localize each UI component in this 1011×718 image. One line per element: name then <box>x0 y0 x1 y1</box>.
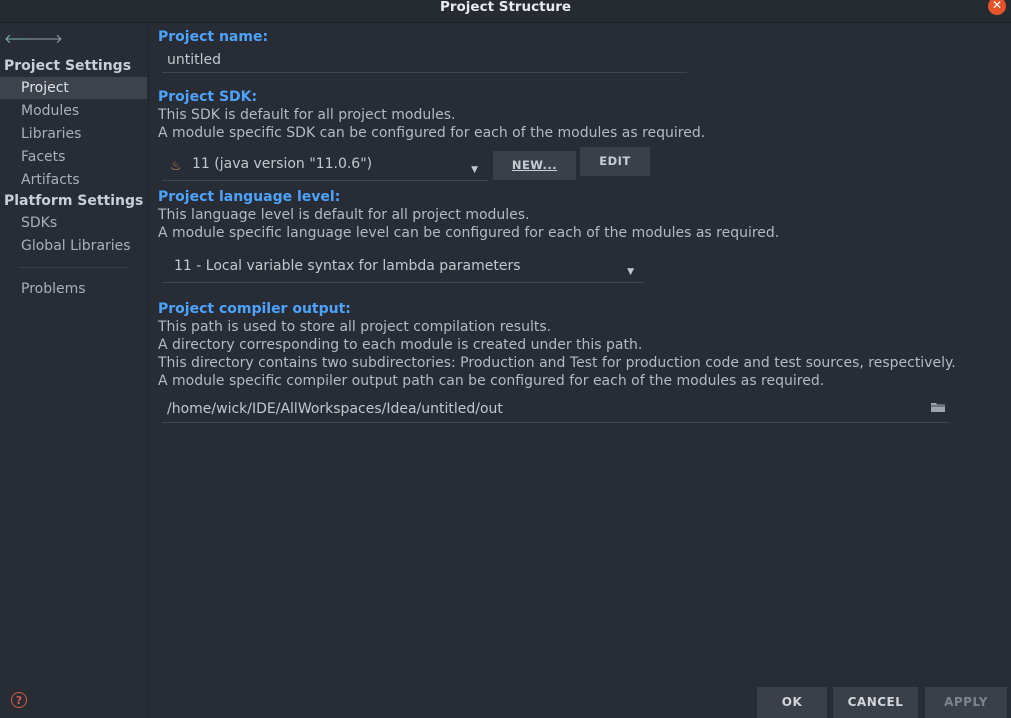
compiler-output-path-input[interactable]: /home/wick/IDE/AllWorkspaces/Idea/untitl… <box>162 397 949 423</box>
help-icon[interactable]: ? <box>11 692 27 708</box>
language-level-heading: Project language level: <box>158 189 341 205</box>
sdk-dropdown[interactable]: ♨ 11 (java version "11.0.6") ▼ <box>162 151 488 181</box>
sidebar-item-global-libraries[interactable]: Global Libraries <box>0 235 147 257</box>
sidebar-item-problems[interactable]: Problems <box>0 278 147 300</box>
cancel-button[interactable]: CANCEL <box>833 687 918 718</box>
edit-sdk-button[interactable]: EDIT <box>580 147 650 176</box>
project-name-heading: Project name: <box>158 29 269 45</box>
sidebar-item-artifacts[interactable]: Artifacts <box>0 169 147 191</box>
sidebar: 🡐 🡒 Project Settings Project Modules Lib… <box>0 23 149 718</box>
sidebar-divider <box>20 267 128 268</box>
language-level-dropdown[interactable]: 11 - Local variable syntax for lambda pa… <box>162 253 644 283</box>
sidebar-item-project[interactable]: Project <box>0 77 147 99</box>
new-sdk-button[interactable]: NEW... <box>493 151 576 180</box>
project-settings-header: Project Settings <box>4 58 132 74</box>
language-level-selected-value: 11 - Local variable syntax for lambda pa… <box>174 258 521 274</box>
compiler-output-heading: Project compiler output: <box>158 301 351 317</box>
project-name-input[interactable]: untitled <box>162 49 687 73</box>
compiler-output-desc-2: A directory corresponding to each module… <box>158 337 643 353</box>
sidebar-item-libraries[interactable]: Libraries <box>0 123 147 145</box>
sdk-selected-value: 11 (java version "11.0.6") <box>192 156 373 172</box>
sidebar-item-facets[interactable]: Facets <box>0 146 147 168</box>
compiler-output-desc-3: This directory contains two subdirectori… <box>158 355 956 371</box>
language-level-desc-1: This language level is default for all p… <box>158 207 530 223</box>
project-sdk-desc-1: This SDK is default for all project modu… <box>158 107 456 123</box>
compiler-output-path-value: /home/wick/IDE/AllWorkspaces/Idea/untitl… <box>167 401 503 417</box>
project-name-value: untitled <box>167 52 222 68</box>
folder-icon[interactable] <box>931 402 945 412</box>
apply-button[interactable]: APPLY <box>925 687 1007 718</box>
project-sdk-heading: Project SDK: <box>158 89 258 105</box>
ok-button[interactable]: OK <box>757 687 827 718</box>
chevron-down-icon: ▼ <box>471 165 478 175</box>
compiler-output-desc-4: A module specific compiler output path c… <box>158 373 825 389</box>
title-bar: Project Structure ✕ <box>0 0 1011 23</box>
chevron-down-icon: ▼ <box>627 267 634 277</box>
java-icon: ♨ <box>170 159 182 174</box>
language-level-desc-2: A module specific language level can be … <box>158 225 780 241</box>
project-sdk-desc-2: A module specific SDK can be configured … <box>158 125 706 141</box>
window-title: Project Structure <box>439 0 572 15</box>
platform-settings-header: Platform Settings <box>4 193 144 209</box>
project-settings-panel: Project name: untitled Project SDK: This… <box>158 23 998 663</box>
forward-arrow-icon[interactable]: 🡒 <box>28 31 63 47</box>
compiler-output-desc-1: This path is used to store all project c… <box>158 319 552 335</box>
sidebar-item-modules[interactable]: Modules <box>0 100 147 122</box>
sidebar-item-sdks[interactable]: SDKs <box>0 212 147 234</box>
